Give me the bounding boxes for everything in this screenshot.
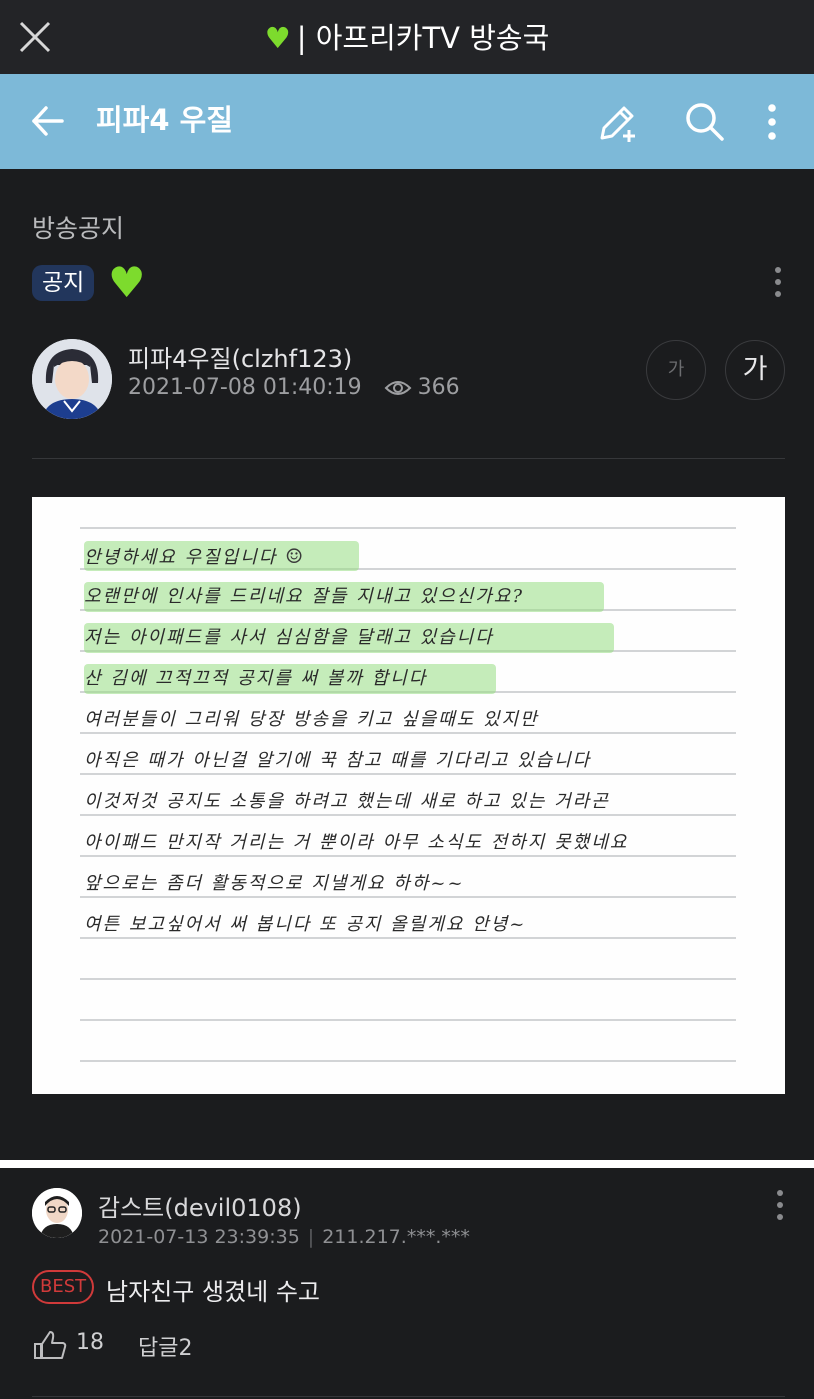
meta-separator: | — [307, 1226, 315, 1248]
notice-badge: 공지 — [32, 265, 95, 301]
back-arrow-icon[interactable] — [28, 101, 68, 141]
comment-section: 감스트(devil0108) 2021-07-13 23:39:35 | 211.2… — [0, 1160, 814, 1399]
view-count: 366 — [417, 375, 460, 400]
author-avatar[interactable] — [32, 339, 112, 419]
smile-face-icon: ☺ — [285, 544, 305, 568]
reply-button[interactable]: 답글2 — [138, 1330, 192, 1362]
comment-meta: 2021-07-13 23:39:35 | 211.217.***.*** — [98, 1226, 470, 1248]
write-pencil-icon[interactable] — [596, 100, 640, 144]
commenter-avatar-image — [32, 1188, 82, 1238]
post-content: 방송공지 공지 ♥ 피파4우질(clzhf123) 2021-07-08 01:… — [0, 169, 814, 1159]
note-ruled-line — [80, 978, 736, 980]
note-line-text: 오랜만에 인사를 드리네요 잘들 지내고 있으신가요? — [84, 586, 525, 607]
note-line-text: 여튼 보고싶어서 써 봅니다 또 공지 올릴게요 안녕~ — [84, 914, 527, 935]
font-size-increase-button[interactable]: 가 — [725, 340, 785, 400]
note-line-text: 앞으로는 좀더 활동적으로 지낼게요 하하~~ — [84, 873, 465, 894]
page-title: 피파4 우질 — [96, 103, 233, 137]
commenter-avatar[interactable] — [32, 1188, 82, 1238]
note-line-text: 아이패드 만지작 거리는 거 뿐이라 아무 소식도 전하지 못했네요 — [84, 832, 629, 853]
green-heart-icon: ♥ — [264, 21, 291, 55]
comment-text: 남자친구 생겼네 수고 — [106, 1278, 320, 1306]
board-category[interactable]: 방송공지 — [32, 209, 124, 245]
commenter-name[interactable]: 감스트(devil0108) — [98, 1188, 302, 1223]
note-line-text: 저는 아이패드를 사서 심심함을 달래고 있습니다 — [84, 627, 494, 648]
note-line-text: 아직은 때가 아닌걸 알기에 꾹 참고 때를 기다리고 있습니다 — [84, 750, 592, 771]
handwritten-note-image: 안녕하세요 우질입니다 ☺ 오랜만에 인사를 드리네요 잘들 지내고 있으신가요… — [32, 497, 785, 1094]
like-count: 18 — [76, 1330, 104, 1355]
author-name[interactable]: 피파4우질(clzhf123) — [128, 339, 352, 374]
divider — [32, 1396, 785, 1397]
comment-datetime: 2021-07-13 23:39:35 — [98, 1226, 300, 1248]
note-line-text: 안녕하세요 우질입니다 ☺ — [84, 544, 305, 568]
app-bar: 피파4 우질 — [0, 74, 814, 169]
note-ruled-line — [80, 527, 736, 529]
post-datetime: 2021-07-08 01:40:19 — [128, 375, 362, 400]
views-eye-icon — [384, 380, 412, 395]
window-title: ♥ | 아프리카TV 방송국 — [264, 21, 550, 55]
thumbs-up-icon[interactable] — [32, 1328, 68, 1362]
search-icon[interactable] — [683, 100, 725, 142]
green-heart-icon: ♥ — [108, 258, 146, 307]
note-ruled-line — [80, 1060, 736, 1062]
note-ruled-line — [80, 1019, 736, 1021]
post-more-icon[interactable] — [766, 265, 790, 299]
window-titlebar: ♥ | 아프리카TV 방송국 — [0, 0, 814, 74]
font-size-decrease-button[interactable]: 가 — [646, 340, 706, 400]
post-meta: 2021-07-08 01:40:19 366 — [128, 375, 460, 400]
comment-more-icon[interactable] — [768, 1188, 792, 1222]
best-badge: BEST — [32, 1270, 95, 1304]
avatar-image — [32, 339, 112, 419]
note-line-text: 여러분들이 그리워 당장 방송을 키고 싶을때도 있지만 — [84, 709, 539, 730]
more-vertical-icon[interactable] — [757, 102, 787, 142]
note-line-text: 산 김에 끄적끄적 공지를 써 볼까 합니다 — [84, 668, 428, 689]
divider — [32, 458, 785, 459]
note-line-text: 이것저것 공지도 소통을 하려고 했는데 새로 하고 있는 거라곤 — [84, 791, 610, 812]
comment-ip: 211.217.***.*** — [322, 1226, 470, 1248]
